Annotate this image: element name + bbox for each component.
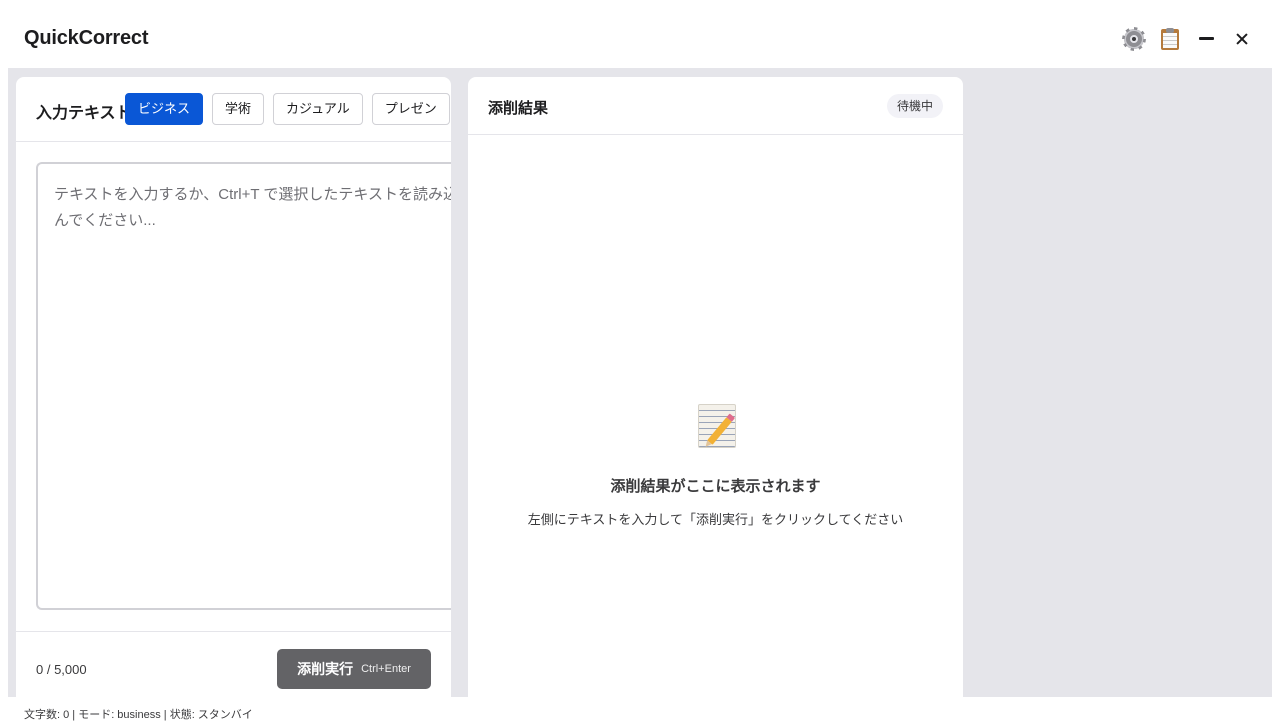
char-count: 0 / 5,000 — [36, 662, 87, 677]
close-icon[interactable] — [1230, 27, 1254, 51]
input-panel-header: 入力テキスト ビジネス 学術 カジュアル プレゼン — [16, 77, 451, 142]
minimize-icon[interactable] — [1194, 27, 1218, 51]
input-panel-footer: 0 / 5,000 添削実行 Ctrl+Enter — [16, 631, 451, 697]
submit-button-label: 添削実行 — [297, 661, 354, 677]
result-panel: 添削結果 待機中 添削結果がここに表示されます 左側にテキストを入力して「添削実… — [468, 77, 963, 697]
title-bar: QuickCorrect — [0, 0, 1280, 68]
mode-tab-business[interactable]: ビジネス — [125, 93, 204, 125]
mode-tab-academic[interactable]: 学術 — [212, 93, 265, 125]
submit-button[interactable]: 添削実行 Ctrl+Enter — [277, 649, 431, 689]
result-panel-title: 添削結果 — [488, 100, 549, 117]
gear-icon[interactable] — [1122, 27, 1146, 51]
empty-state: 添削結果がここに表示されます 左側にテキストを入力して「添削実行」をクリックして… — [468, 402, 963, 528]
input-panel-title: 入力テキスト — [36, 105, 132, 122]
mode-tab-presentation[interactable]: プレゼン — [371, 93, 450, 125]
app-title: QuickCorrect — [24, 27, 149, 49]
input-panel: 入力テキスト ビジネス 学術 カジュアル プレゼン 0 / 5,000 添削実行… — [16, 77, 451, 697]
memo-icon — [696, 402, 736, 448]
text-input-box — [36, 162, 451, 610]
title-bar-controls — [1110, 27, 1254, 51]
status-badge: 待機中 — [886, 94, 943, 118]
empty-state-subtitle: 左側にテキストを入力して「添削実行」をクリックしてください — [527, 512, 904, 527]
mode-tabs: ビジネス 学術 カジュアル プレゼン — [125, 93, 451, 125]
empty-state-title: 添削結果がここに表示されます — [610, 478, 821, 495]
status-bar: 文字数: 0 | モード: business | 状態: スタンバイ — [0, 697, 1280, 721]
clipboard-icon[interactable] — [1158, 27, 1182, 51]
text-input[interactable] — [38, 164, 451, 608]
submit-shortcut: Ctrl+Enter — [361, 663, 411, 675]
mode-tab-casual[interactable]: カジュアル — [273, 93, 363, 125]
result-panel-header: 添削結果 待機中 — [468, 77, 963, 135]
